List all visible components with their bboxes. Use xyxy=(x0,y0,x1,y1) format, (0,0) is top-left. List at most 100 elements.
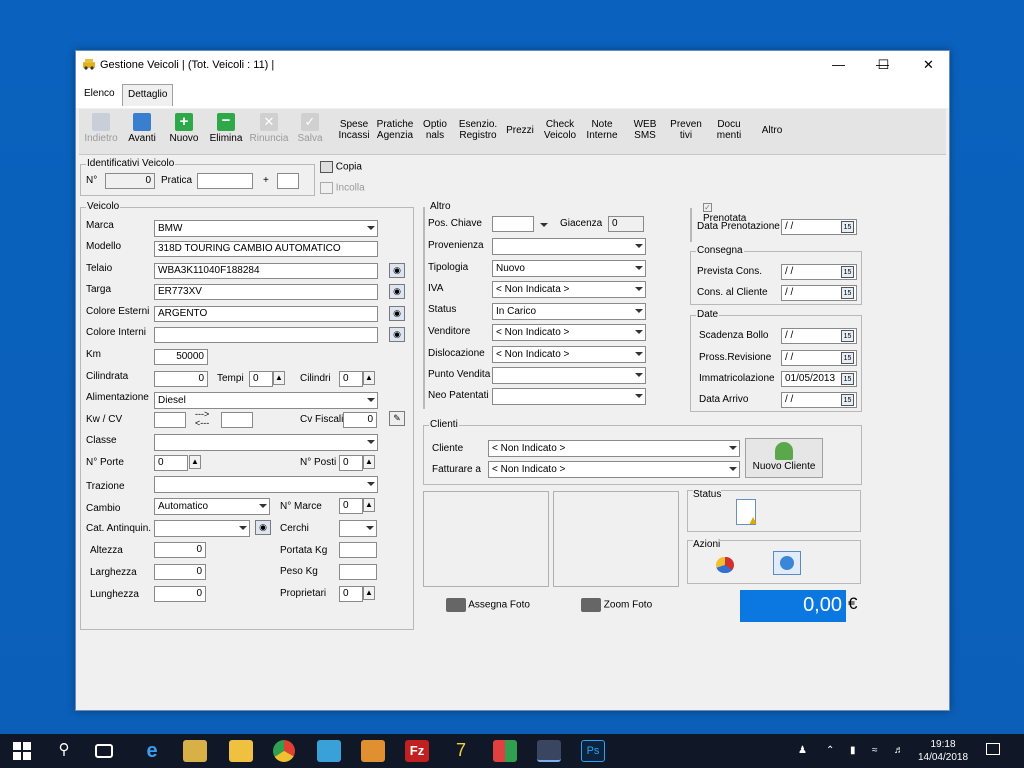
binoculars-icon[interactable]: ◉ xyxy=(389,284,405,299)
web-sms-button[interactable]: WEB SMS xyxy=(629,119,661,141)
colore-interni-field[interactable] xyxy=(154,327,378,343)
note-interne-button[interactable]: Note Interne xyxy=(585,119,619,141)
cerchi-select[interactable] xyxy=(339,520,377,537)
task-view-icon[interactable] xyxy=(95,744,113,758)
spese-incassi-button[interactable]: Spese Incassi xyxy=(335,119,373,141)
larghezza-field[interactable]: 0 xyxy=(154,564,206,580)
binoculars-icon[interactable]: ◉ xyxy=(389,327,405,342)
nuovo-button[interactable]: + Nuovo xyxy=(167,111,201,144)
chrome-icon[interactable] xyxy=(273,740,295,762)
file-explorer-icon[interactable] xyxy=(229,740,253,762)
edge-icon[interactable]: e xyxy=(140,740,164,762)
fatturare-select[interactable]: < Non Indicato > xyxy=(488,461,740,478)
car-icon[interactable] xyxy=(537,740,561,762)
provenienza-select[interactable] xyxy=(492,238,646,255)
rinuncia-button[interactable]: ✕ Rinuncia xyxy=(249,111,289,144)
indietro-button[interactable]: Indietro xyxy=(83,111,119,144)
posti-field[interactable]: 0 xyxy=(339,455,363,471)
classe-select[interactable] xyxy=(154,434,378,451)
punto-vendita-select[interactable] xyxy=(492,367,646,384)
status-select[interactable]: In Carico xyxy=(492,303,646,320)
altro-button[interactable]: Altro xyxy=(757,125,787,136)
elimina-button[interactable]: − Elimina xyxy=(209,111,243,145)
neo-patentati-select[interactable] xyxy=(492,388,646,405)
calendar-icon[interactable]: 15 xyxy=(841,352,854,364)
volume-icon[interactable]: ♬ xyxy=(894,744,904,757)
cv-field[interactable] xyxy=(221,412,253,428)
telaio-field[interactable]: WBA3K11040F188284 xyxy=(154,263,378,279)
alimentazione-select[interactable]: Diesel xyxy=(154,392,378,409)
cat-antinquin-select[interactable] xyxy=(154,520,250,537)
check-veicolo-button[interactable]: Check Veicolo xyxy=(543,119,577,141)
trazione-select[interactable] xyxy=(154,476,378,493)
pratica-suffix-field[interactable] xyxy=(277,173,299,189)
cv-fiscali-field[interactable]: 0 xyxy=(343,412,377,428)
battery-icon[interactable]: ▮ xyxy=(850,744,856,757)
binoculars-icon[interactable]: ◉ xyxy=(389,263,405,278)
calendar-icon[interactable]: 15 xyxy=(841,373,854,385)
altezza-field[interactable]: 0 xyxy=(154,542,206,558)
copia-button[interactable]: Copia xyxy=(320,161,362,173)
calendar-icon[interactable]: 15 xyxy=(841,266,854,278)
incolla-button[interactable]: Incolla xyxy=(320,182,365,194)
windows-start-icon[interactable] xyxy=(10,740,34,762)
spinner-icon[interactable]: ▲ xyxy=(363,498,375,512)
photoshop-icon[interactable]: Ps xyxy=(581,740,605,762)
proprietari-field[interactable]: 0 xyxy=(339,586,363,602)
prenotata-checkbox[interactable]: ✓ xyxy=(703,203,712,212)
photo-panel-2[interactable] xyxy=(553,491,679,587)
calendar-icon[interactable]: 15 xyxy=(841,394,854,406)
minimize-btn[interactable]: — xyxy=(816,51,861,80)
spinner-icon[interactable]: ▲ xyxy=(273,371,285,385)
venditore-select[interactable]: < Non Indicato > xyxy=(492,324,646,341)
marca-select[interactable]: BMW xyxy=(154,220,378,237)
cambio-select[interactable]: Automatico xyxy=(154,498,270,515)
7zip-icon[interactable]: 7 xyxy=(449,740,473,762)
pos-chiave-field[interactable] xyxy=(492,216,534,232)
binoculars-icon[interactable]: ◉ xyxy=(255,520,271,535)
cilindrata-field[interactable]: 0 xyxy=(154,371,208,387)
zoom-foto-button[interactable]: Zoom Foto xyxy=(581,598,652,612)
targa-field[interactable]: ER773XV xyxy=(154,284,378,300)
portata-field[interactable] xyxy=(339,542,377,558)
document-warning-icon[interactable]: ▲ xyxy=(736,499,759,527)
tempi-field[interactable]: 0 xyxy=(249,371,273,387)
spinner-icon[interactable]: ▲ xyxy=(189,455,201,469)
dislocazione-select[interactable]: < Non Indicato > xyxy=(492,346,646,363)
kw-field[interactable] xyxy=(154,412,186,428)
media-icon[interactable] xyxy=(361,740,385,762)
modello-field[interactable]: 318D TOURING CAMBIO AUTOMATICO xyxy=(154,241,378,257)
porte-field[interactable]: 0 xyxy=(154,455,188,471)
chevron-down-icon[interactable] xyxy=(540,223,548,227)
spinner-icon[interactable]: ▲ xyxy=(363,455,375,469)
web-icon[interactable] xyxy=(773,551,801,575)
cilindri-field[interactable]: 0 xyxy=(339,371,363,387)
marce-field[interactable]: 0 xyxy=(339,498,363,514)
esenzio-registro-button[interactable]: Esenzio. Registro xyxy=(457,119,499,141)
pratica-field[interactable] xyxy=(197,173,253,189)
search-icon[interactable]: ⚲ xyxy=(52,740,76,762)
notification-icon[interactable] xyxy=(986,743,1000,755)
people-icon[interactable]: ♟ xyxy=(798,744,807,757)
calendar-icon[interactable]: 15 xyxy=(841,287,854,299)
lunghezza-field[interactable]: 0 xyxy=(154,586,206,602)
close-button[interactable]: ✕ xyxy=(906,51,951,80)
peso-field[interactable] xyxy=(339,564,377,580)
maximize-button[interactable]: ☐ xyxy=(861,51,906,80)
tipologia-select[interactable]: Nuovo xyxy=(492,260,646,277)
filezilla-icon[interactable]: Fz xyxy=(405,740,429,762)
preventivi-button[interactable]: Preven tivi xyxy=(669,119,703,141)
prezzi-button[interactable]: Prezzi xyxy=(505,125,535,136)
pratiche-agenzia-button[interactable]: Pratiche Agenzia xyxy=(375,119,415,141)
cliente-select[interactable]: < Non Indicato > xyxy=(488,440,740,457)
wifi-icon[interactable]: ≈ xyxy=(872,744,878,757)
app-icon[interactable] xyxy=(183,740,207,762)
calendar-icon[interactable]: 15 xyxy=(841,330,854,342)
vs-icon[interactable] xyxy=(317,740,341,762)
photo-panel-1[interactable] xyxy=(423,491,549,587)
binoculars-icon[interactable]: ◉ xyxy=(389,306,405,321)
colore-esterni-field[interactable]: ARGENTO xyxy=(154,306,378,322)
spinner-icon[interactable]: ▲ xyxy=(363,371,375,385)
tab-elenco[interactable]: Elenco xyxy=(79,84,120,106)
avanti-button[interactable]: Avanti xyxy=(125,111,159,144)
